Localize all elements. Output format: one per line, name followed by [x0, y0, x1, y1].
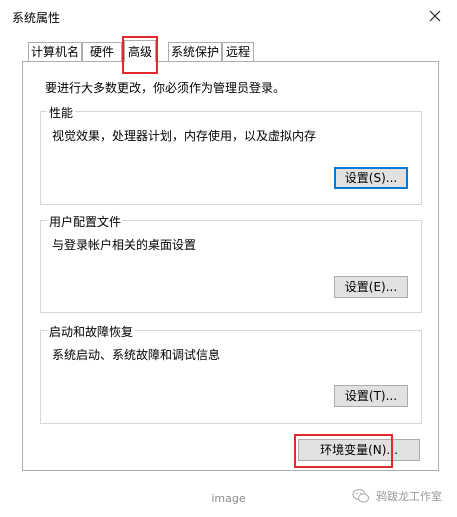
tab-hardware[interactable]: 硬件	[82, 42, 122, 61]
tab-computer-name[interactable]: 计算机名	[28, 42, 82, 61]
admin-note: 要进行大多数更改，你必须作为管理员登录。	[45, 81, 286, 95]
close-icon	[429, 10, 441, 22]
user-profiles-group	[40, 220, 422, 313]
tab-system-protection[interactable]: 系统保护	[168, 42, 222, 61]
startup-recovery-title: 启动和故障恢复	[47, 323, 136, 340]
user-profiles-desc: 与登录帐户相关的桌面设置	[52, 238, 197, 252]
watermark: 鸦跋龙工作室	[352, 488, 442, 504]
window-title: 系统属性	[12, 11, 61, 25]
performance-title: 性能	[47, 104, 76, 121]
wechat-icon	[352, 489, 369, 503]
watermark-text: 鸦跋龙工作室	[376, 490, 442, 503]
title-bar: 系统属性	[0, 0, 457, 32]
performance-settings-button[interactable]: 设置(S)...	[334, 167, 408, 189]
tab-remote[interactable]: 远程	[222, 42, 254, 61]
startup-recovery-settings-button[interactable]: 设置(T)...	[334, 385, 408, 407]
close-button[interactable]	[424, 5, 446, 27]
performance-desc: 视觉效果，处理器计划，内存使用，以及虚拟内存	[52, 129, 317, 143]
user-profiles-settings-button[interactable]: 设置(E)...	[334, 276, 408, 298]
performance-group	[40, 111, 422, 205]
startup-recovery-desc: 系统启动、系统故障和调试信息	[52, 348, 221, 362]
startup-recovery-group	[40, 330, 422, 424]
user-profiles-title: 用户配置文件	[47, 213, 124, 230]
tab-advanced[interactable]: 高级	[124, 40, 156, 62]
environment-variables-button[interactable]: 环境变量(N)...	[298, 439, 420, 461]
